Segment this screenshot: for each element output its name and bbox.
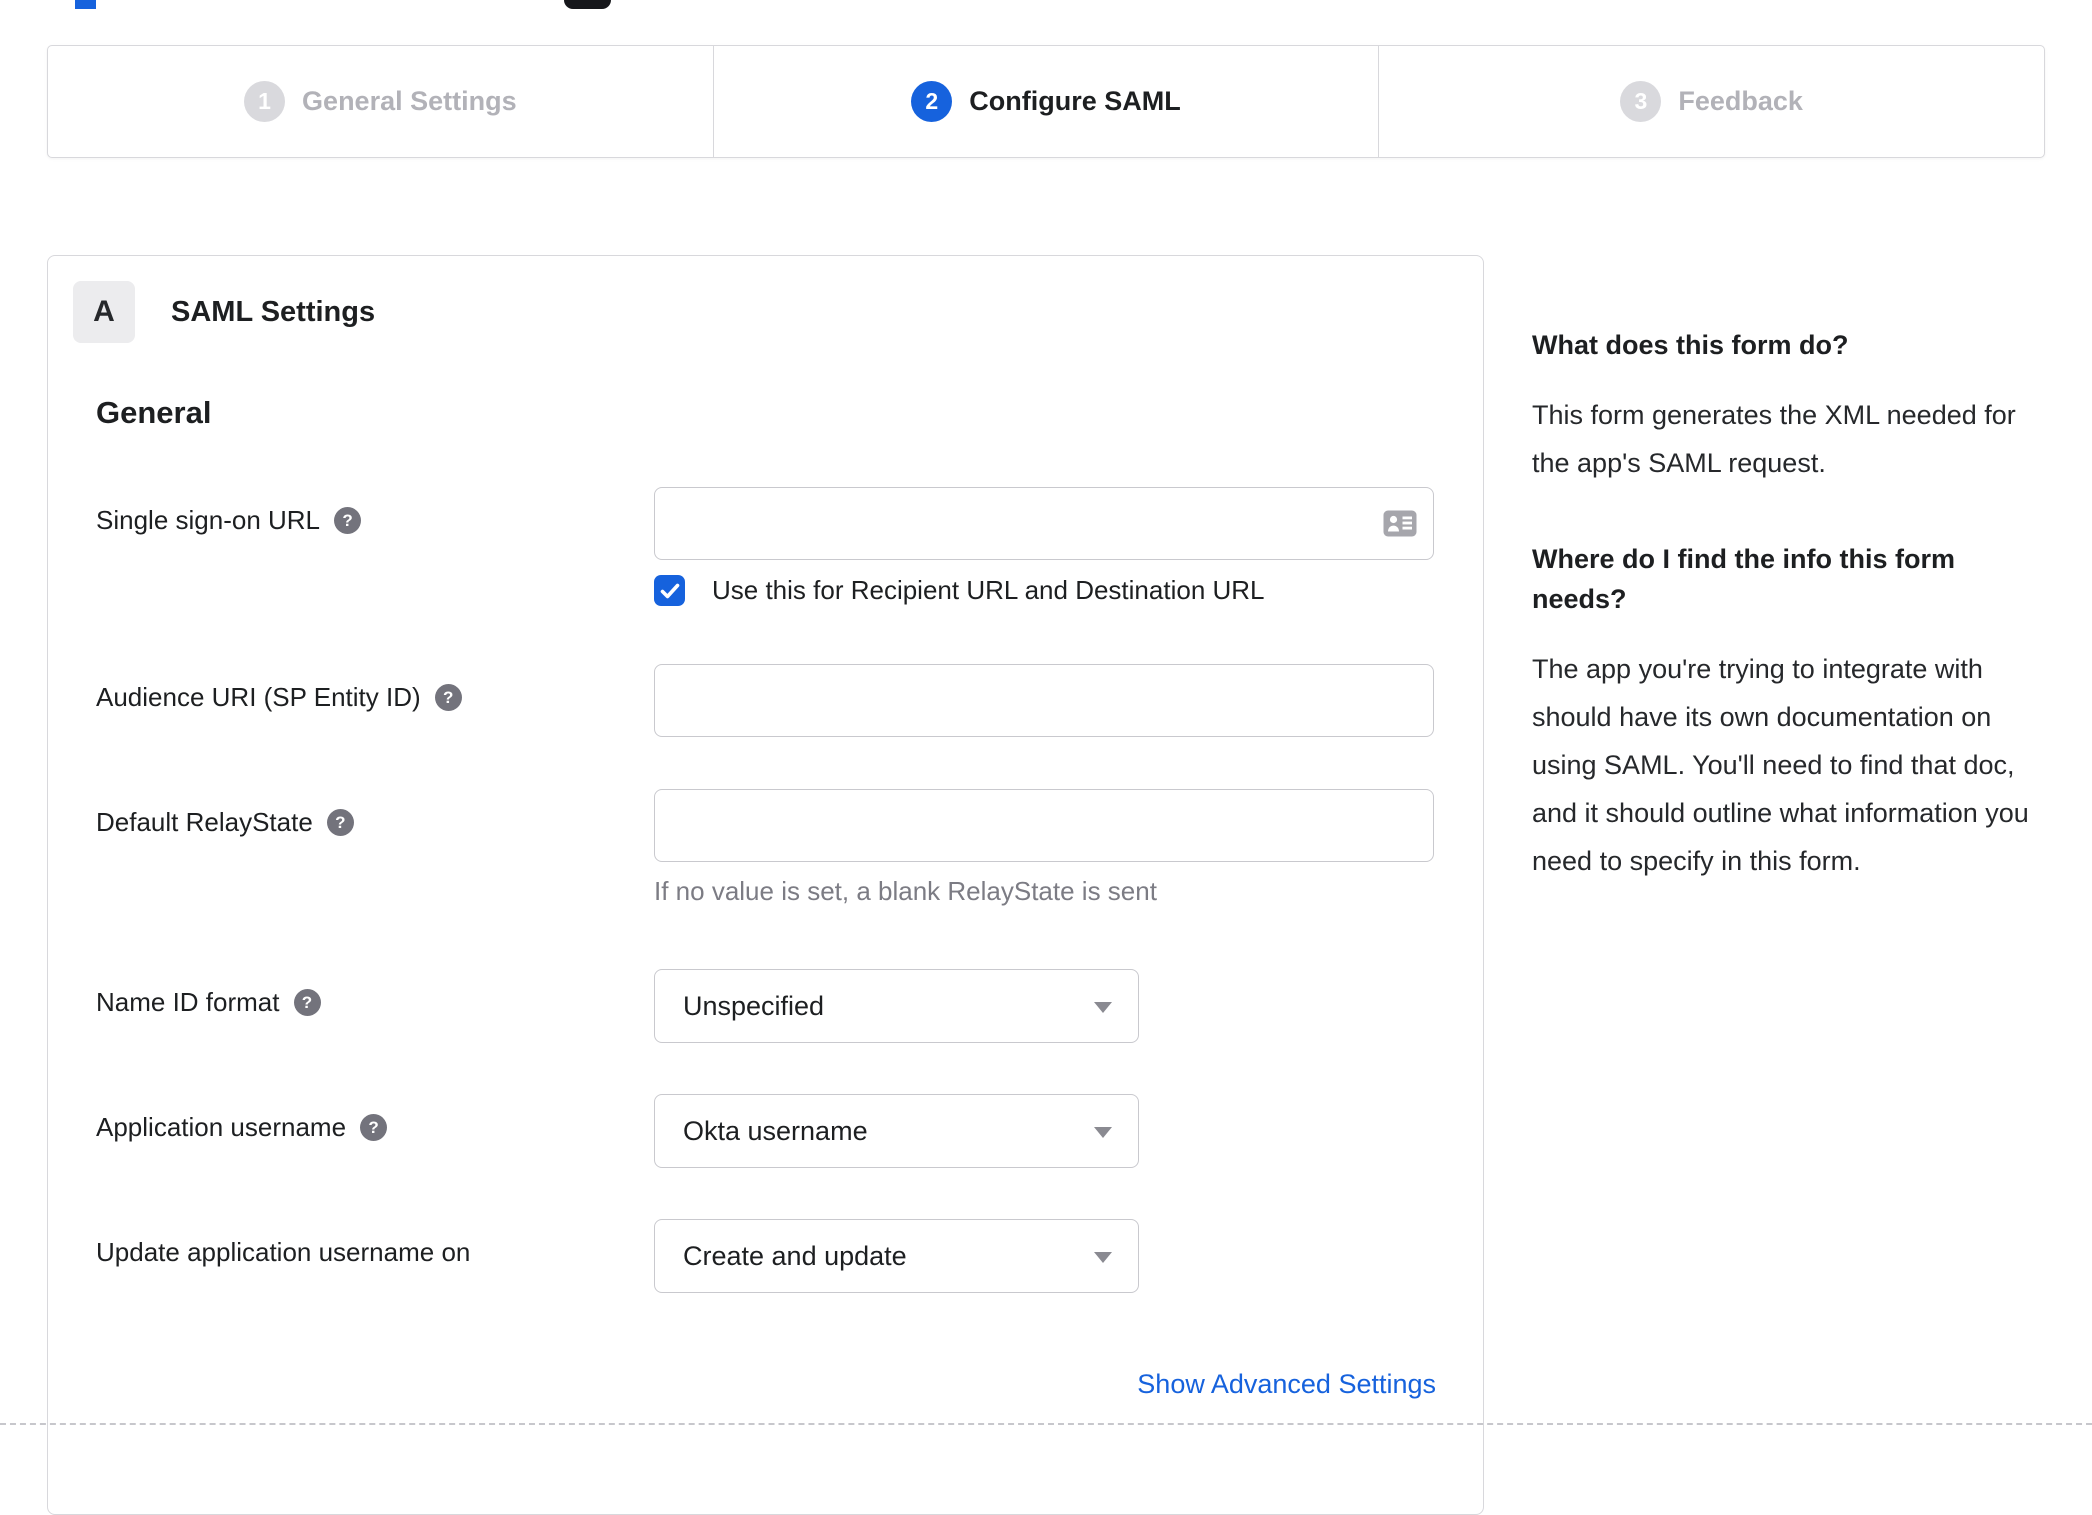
help-heading-what: What does this form do? xyxy=(1532,330,1849,360)
field-row-app-username: Application username ? Okta username xyxy=(48,1094,1483,1168)
step-configure-saml[interactable]: 2 Configure SAML xyxy=(712,46,1379,157)
saml-form: Single sign-on URL ? Use this for Recipi… xyxy=(48,487,1483,1400)
help-section-what: What does this form do? This form genera… xyxy=(1532,325,2032,487)
help-body-where: The app you're trying to integrate with … xyxy=(1532,654,2029,876)
panel-title: SAML Settings xyxy=(171,295,376,328)
field-row-audience-uri: Audience URI (SP Entity ID) ? xyxy=(48,664,1483,737)
general-group-heading: General xyxy=(96,395,212,430)
sso-url-input[interactable] xyxy=(654,487,1434,560)
contact-card-icon[interactable] xyxy=(1383,510,1417,542)
update-username-select[interactable]: Create and update xyxy=(654,1219,1139,1293)
cropped-app-icon-fragment xyxy=(564,0,611,9)
recipient-url-checkbox-row: Use this for Recipient URL and Destinati… xyxy=(654,575,1483,606)
audience-uri-label: Audience URI (SP Entity ID) xyxy=(96,682,421,712)
help-icon[interactable]: ? xyxy=(334,507,362,534)
panel-header: A SAML Settings xyxy=(48,281,1483,343)
help-heading-where: Where do I find the info this form needs… xyxy=(1532,544,1955,614)
name-id-label: Name ID format xyxy=(96,987,280,1017)
help-sidebar: What does this form do? This form genera… xyxy=(1532,325,2032,937)
step-1-label: General Settings xyxy=(302,86,517,116)
name-id-label-group: Name ID format ? xyxy=(96,969,654,1043)
help-icon[interactable]: ? xyxy=(360,1114,388,1141)
update-username-label-group: Update application username on xyxy=(96,1219,654,1293)
relay-state-helper-text: If no value is set, a blank RelayState i… xyxy=(654,876,1157,906)
saml-settings-panel: A SAML Settings General Single sign-on U… xyxy=(47,255,1484,1515)
name-id-format-value: Unspecified xyxy=(683,990,825,1021)
step-2-label: Configure SAML xyxy=(969,86,1181,116)
bottom-dashed-divider xyxy=(0,1423,2092,1425)
step-3-circle: 3 xyxy=(1620,81,1662,122)
help-icon[interactable]: ? xyxy=(434,684,462,711)
update-username-value: Create and update xyxy=(683,1240,907,1271)
step-general-settings[interactable]: 1 General Settings xyxy=(48,46,713,157)
cropped-logo-fragment xyxy=(75,0,96,9)
sso-url-label-group: Single sign-on URL ? xyxy=(96,487,654,606)
app-username-label-group: Application username ? xyxy=(96,1094,654,1168)
chevron-down-icon xyxy=(1094,1002,1112,1013)
wizard-stepper: 1 General Settings 2 Configure SAML 3 Fe… xyxy=(47,45,2045,158)
audience-uri-label-group: Audience URI (SP Entity ID) ? xyxy=(96,664,654,737)
step-feedback[interactable]: 3 Feedback xyxy=(1378,46,2044,157)
name-id-format-select[interactable]: Unspecified xyxy=(654,969,1139,1043)
relay-state-label: Default RelayState xyxy=(96,807,313,837)
app-username-label: Application username xyxy=(96,1112,347,1142)
help-icon[interactable]: ? xyxy=(293,989,321,1016)
field-row-sso-url: Single sign-on URL ? Use this for Recipi… xyxy=(48,487,1483,606)
section-a-badge: A xyxy=(73,281,135,343)
chevron-down-icon xyxy=(1094,1252,1112,1263)
field-row-update-username: Update application username on Create an… xyxy=(48,1219,1483,1293)
chevron-down-icon xyxy=(1094,1127,1112,1138)
help-body-what: This form generates the XML needed for t… xyxy=(1532,400,2016,478)
help-section-where: Where do I find the info this form needs… xyxy=(1532,539,2032,885)
step-2-circle: 2 xyxy=(911,81,953,122)
field-row-relay-state: Default RelayState ? If no value is set,… xyxy=(48,789,1483,907)
app-username-value: Okta username xyxy=(683,1115,868,1146)
recipient-url-checkbox[interactable] xyxy=(654,575,685,606)
relay-state-label-group: Default RelayState ? xyxy=(96,789,654,907)
app-username-select[interactable]: Okta username xyxy=(654,1094,1139,1168)
relay-state-input[interactable] xyxy=(654,789,1434,862)
update-username-label: Update application username on xyxy=(96,1237,471,1267)
audience-uri-input[interactable] xyxy=(654,664,1434,737)
step-1-circle: 1 xyxy=(244,81,286,122)
recipient-url-checkbox-label: Use this for Recipient URL and Destinati… xyxy=(712,575,1265,605)
field-row-name-id-format: Name ID format ? Unspecified xyxy=(48,969,1483,1043)
help-icon[interactable]: ? xyxy=(326,809,354,836)
step-3-label: Feedback xyxy=(1678,86,1803,116)
sso-url-label: Single sign-on URL xyxy=(96,505,321,535)
show-advanced-settings-link[interactable]: Show Advanced Settings xyxy=(1137,1369,1436,1400)
